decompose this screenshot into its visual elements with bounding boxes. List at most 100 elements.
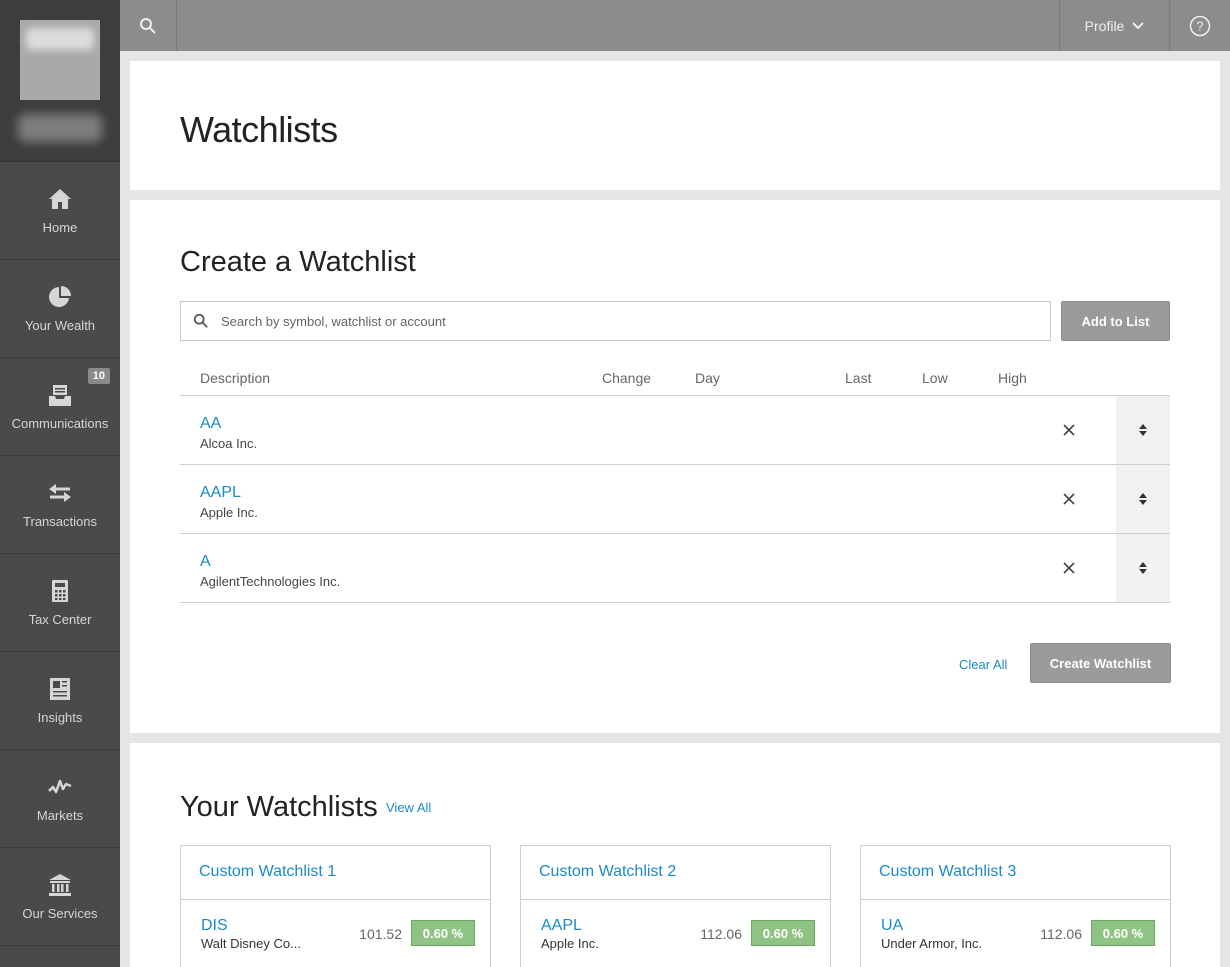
add-to-list-button[interactable]: Add to List [1061,301,1170,341]
help-button[interactable]: ? [1170,0,1230,51]
sidebar-item-our-services[interactable]: Our Services [0,848,120,946]
create-watchlist-card: Create a Watchlist Add to List Descripti… [130,200,1220,733]
table-row: AA Alcoa Inc. [180,396,1170,465]
sidebar-item-label: Our Services [22,906,98,921]
close-icon [1063,424,1075,436]
page-title: Watchlists [180,109,338,150]
price-value: 112.06 [700,926,742,942]
profile-block [0,0,120,162]
calculator-icon [52,580,68,602]
table-header: Description Change Day Last Low High [180,368,1170,396]
table-row: AAPL Apple Inc. [180,465,1170,534]
reorder-handle[interactable] [1116,534,1170,602]
watchlist-card: Custom Watchlist 3 UA Under Armor, Inc. … [860,845,1171,967]
company-name: Apple Inc. [541,936,599,951]
page-header-card: Watchlists [130,61,1220,190]
company-name: Alcoa Inc. [200,436,258,451]
profile-label: Profile [1084,17,1125,34]
watchlist-card: Custom Watchlist 2 AAPL Apple Inc. 112.0… [520,845,831,967]
sidebar-item-transactions[interactable]: Transactions [0,456,120,554]
column-header-low[interactable]: Low [922,370,948,386]
reorder-handle[interactable] [1116,465,1170,533]
company-name: AgilentTechnologies Inc. [200,574,341,589]
chevron-down-icon [1132,21,1145,29]
help-icon: ? [1189,15,1211,36]
sidebar-item-label: Tax Center [28,612,92,627]
symbol-search-box[interactable] [180,301,1051,341]
sidebar-item-your-wealth[interactable]: Your Wealth [0,260,120,358]
symbol-search-input[interactable] [221,313,1021,329]
watchlist-item: DIS Walt Disney Co... 101.52 0.60 % [181,900,490,960]
change-badge: 0.60 % [411,920,475,946]
symbol-link[interactable]: AAPL [200,484,241,502]
symbol-link[interactable]: A [200,553,211,571]
symbol-link[interactable]: DIS [201,917,228,935]
column-header-description[interactable]: Description [200,370,270,386]
search-icon [140,17,156,34]
pie-chart-icon [49,286,71,307]
symbol-link[interactable]: UA [881,917,903,935]
sidebar-item-markets[interactable]: Markets [0,750,120,848]
change-badge: 0.60 % [1091,920,1155,946]
sidebar: Home Your Wealth 10 Communications Trans… [0,0,120,967]
market-trend-icon [48,779,72,794]
search-icon [181,313,221,329]
column-header-last[interactable]: Last [845,370,871,386]
sidebar-item-label: Insights [37,710,83,725]
avatar[interactable] [20,20,100,100]
price-value: 112.06 [1040,926,1082,942]
close-icon [1063,562,1075,574]
create-watchlist-button[interactable]: Create Watchlist [1030,643,1171,683]
watchlist-item: AAPL Apple Inc. 112.06 0.60 % [521,900,830,960]
column-header-change[interactable]: Change [602,370,651,386]
remove-row-button[interactable] [1057,556,1081,580]
close-icon [1063,493,1075,505]
company-name: Under Armor, Inc. [881,936,983,951]
global-search-button[interactable] [120,0,177,51]
section-title: Create a Watchlist [180,246,416,278]
clear-all-link[interactable]: Clear All [959,657,1007,672]
sidebar-item-label: Home [42,220,78,235]
watchlist-item: UA Under Armor, Inc. 112.06 0.60 % [861,900,1170,960]
remove-row-button[interactable] [1057,487,1081,511]
transfer-arrows-icon [49,484,71,502]
symbol-link[interactable]: AA [200,415,221,433]
sidebar-item-tax-center[interactable]: Tax Center [0,554,120,652]
sidebar-item-label: Transactions [23,514,97,529]
inbox-icon [49,385,71,406]
price-value: 101.52 [359,926,402,942]
top-bar: Profile ? [120,0,1230,51]
sort-arrows-icon [1139,424,1147,436]
column-header-high[interactable]: High [998,370,1027,386]
watchlist-name-link[interactable]: Custom Watchlist 2 [521,846,830,900]
profile-menu[interactable]: Profile [1059,0,1170,51]
bank-icon [49,874,71,896]
svg-text:?: ? [1196,18,1203,33]
sidebar-item-communications[interactable]: 10 Communications [0,358,120,456]
remove-row-button[interactable] [1057,418,1081,442]
watchlist-card: Custom Watchlist 1 DIS Walt Disney Co...… [180,845,491,967]
sidebar-item-insights[interactable]: Insights [0,652,120,750]
sidebar-item-home[interactable]: Home [0,162,120,260]
company-name: Walt Disney Co... [201,936,301,951]
home-icon [49,189,71,209]
section-title: Your Watchlists [180,791,378,823]
reorder-handle[interactable] [1116,396,1170,464]
profile-name-blurred [18,114,102,142]
change-badge: 0.60 % [751,920,815,946]
symbol-link[interactable]: AAPL [541,917,582,935]
table-row: A AgilentTechnologies Inc. [180,534,1170,603]
sort-arrows-icon [1139,493,1147,505]
article-icon [50,678,70,700]
sort-arrows-icon [1139,562,1147,574]
sidebar-item-label: Markets [36,808,84,823]
column-header-day[interactable]: Day [695,370,720,386]
sidebar-item-label: Communications [11,416,109,431]
watchlist-name-link[interactable]: Custom Watchlist 3 [861,846,1170,900]
sidebar-item-label: Your Wealth [24,318,96,333]
watchlist-name-link[interactable]: Custom Watchlist 1 [181,846,490,900]
unread-badge: 10 [87,368,110,384]
your-watchlists-card: Your Watchlists View All Custom Watchlis… [130,743,1220,967]
company-name: Apple Inc. [200,505,258,520]
view-all-link[interactable]: View All [386,800,431,815]
